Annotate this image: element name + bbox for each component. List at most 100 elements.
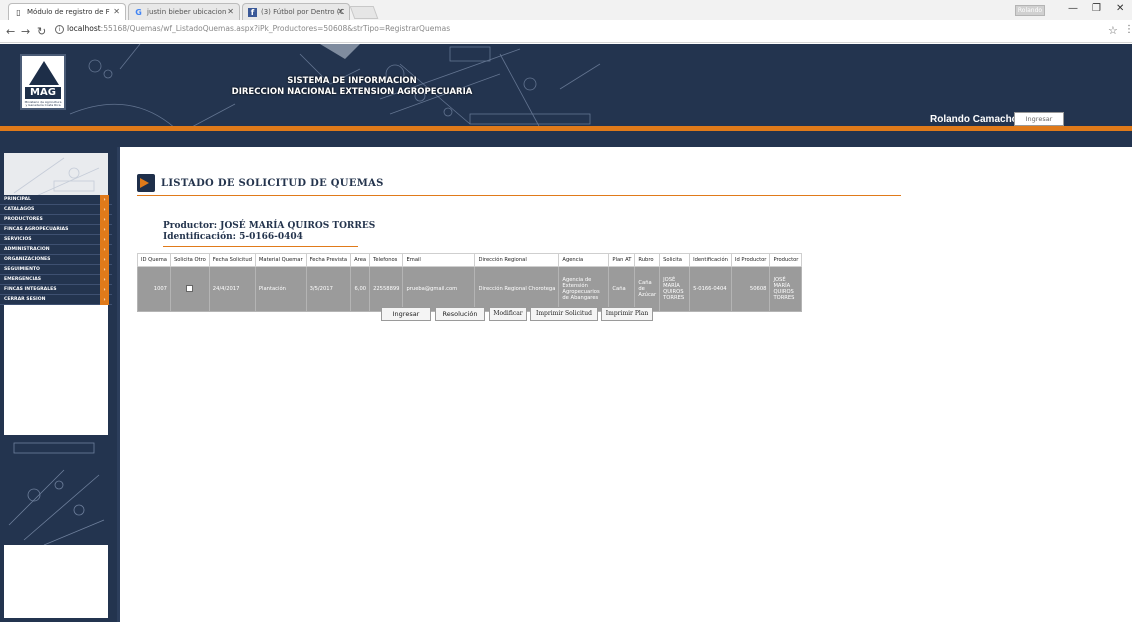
browser-profile-chip[interactable]: Rolando [1015,5,1045,16]
cell-fecha-prevista: 3/5/2017 [305,266,352,312]
col-header: Agencia [558,253,610,267]
sidebar-item-seguimiento[interactable]: SEGUIMIENTO › [0,265,112,275]
info-icon[interactable]: i [55,25,64,34]
arrow-right-icon: › [100,225,109,235]
col-header: Id Productor [730,253,771,267]
col-header: Telefonos [369,253,404,267]
col-header: Solicita [659,253,691,267]
sidebar-item-label: PRINCIPAL [4,197,31,202]
logo-subtext: Ministerio de Agricultura y Ganadería Co… [24,100,62,107]
modificar-button[interactable]: Modificar [489,307,527,321]
producer-id: Identificación: 5-0166-0404 [163,232,303,242]
sidebar-item-label: CERRAR SESION [4,297,46,302]
url-host: localhost [67,24,101,33]
arrow-right-icon: › [100,285,109,295]
close-icon[interactable]: ✕ [113,7,120,16]
table-header-row: ID Quema Solicita Otro Fecha Solicitud M… [137,253,803,267]
google-icon: G [135,8,142,17]
sidebar-item-label: EMERGENCIAS [4,277,42,282]
sidebar-item-label: FINCAS AGROPECUARIAS [4,227,69,232]
title-divider [137,195,901,196]
more-menu-icon[interactable]: ⋮ [1124,24,1132,35]
bookmark-star-icon[interactable]: ☆ [1108,24,1118,37]
facebook-icon: f [248,8,257,17]
page-icon: ▯ [16,8,21,17]
col-header: Solicita Otro [169,253,210,267]
sidebar-item-emergencias[interactable]: EMERGENCIAS › [0,275,112,285]
sidebar-item-label: SERVICIOS [4,237,32,242]
arrow-right-icon: › [100,215,109,225]
browser-tab-active[interactable]: ▯ Módulo de registro de F ✕ [8,3,126,20]
col-header: Material Quemar [254,253,307,267]
cell-id-quema: 1007 [137,266,171,312]
window-close-icon[interactable]: ✕ [1116,3,1124,14]
sidebar-menu: PRINCIPAL › CATALAGOS › PRODUCTORES › FINCA… [0,195,112,305]
sidebar-item-label: SEGUIMIENTO [4,267,40,272]
sidebar-item-productores[interactable]: PRODUCTORES › [0,215,112,225]
col-header: Productor [769,253,803,267]
arrow-right-icon: › [100,295,109,305]
resolucion-button[interactable]: Resolución [435,307,485,321]
content-area [117,147,1132,622]
browser-tab[interactable]: G justin bieber ubicacion ✕ [128,3,240,20]
solicita-otro-checkbox[interactable] [186,284,194,292]
sidebar-item-label: PRODUCTORES [4,217,43,222]
imprimir-plan-button[interactable]: Imprimir Plan [601,307,653,321]
cell-productor: JOSÉ MARÍA QUIROS TORRES [769,266,803,312]
arrow-right-icon: › [100,275,109,285]
sidebar-item-label: ORGANIZACIONES [4,257,51,262]
tab-title: justin bieber ubicacion [147,8,227,16]
sidebar-item-organizaciones[interactable]: ORGANIZACIONES › [0,255,112,265]
browser-tab[interactable]: f (3) Fútbol por Dentro (C ✕ [242,3,350,20]
close-icon[interactable]: ✕ [227,7,234,16]
cell-direccion-regional: Dirección Regional Chorotega [474,266,560,312]
sidebar-item-label: ADMINISTRACION [4,247,50,252]
mag-logo: MAG Ministerio de Agricultura y Ganaderí… [20,54,66,110]
cell-plan-at: Caña [608,266,636,312]
sidebar-decoration [4,153,108,199]
cell-identificacion: 5-0166-0404 [689,266,732,312]
cell-telefonos: 22558899 [369,266,404,312]
cell-rubro: Caña de Azúcar [634,266,661,312]
minimize-icon[interactable]: — [1068,3,1078,14]
login-button[interactable]: Ingresar [1014,112,1064,126]
browser-tab-strip: ▯ Módulo de registro de F ✕ G justin bie… [0,0,1132,20]
cell-solicita: JOSÉ MARÍA QUIROS TORRES [659,266,691,312]
producer-name: Productor: JOSÉ MARÍA QUIROS TORRES [163,221,376,231]
arrow-icon [137,174,155,192]
ingresar-button[interactable]: Ingresar [381,307,431,321]
sidebar-item-catalagos[interactable]: CATALAGOS › [0,205,112,215]
forward-icon[interactable]: → [21,25,30,38]
arrow-right-icon: › [100,265,109,275]
cell-agencia: Agencia de Extensión Agropecuarios de Ab… [558,266,610,312]
restore-icon[interactable]: ❐ [1092,3,1101,14]
site-header: MAG Ministerio de Agricultura y Ganaderí… [0,44,1132,128]
col-header: Dirección Regional [474,253,560,267]
sidebar-item-label: FINCAS INTEGRALES [4,287,57,292]
new-tab-button[interactable] [349,6,379,19]
sidebar-item-fincas-integrales[interactable]: FINCAS INTEGRALES › [0,285,112,295]
header-bottom-band [0,131,1132,147]
col-header: Plan AT [608,253,636,267]
tab-title: Módulo de registro de F [27,8,110,16]
sidebar-item-fincas-agropecuarias[interactable]: FINCAS AGROPECUARIAS › [0,225,112,235]
system-name: SISTEMA DE INFORMACION DIRECCION NACIONA… [226,76,478,98]
sidebar-item-administracion[interactable]: ADMINISTRACION › [0,245,112,255]
url-field[interactable]: i localhost:55168/Quemas/wf_ListadoQuemas… [55,24,450,34]
cell-id-productor: 50608 [730,266,771,312]
col-header: Fecha Prevista [305,253,352,267]
arrow-right-icon: › [100,245,109,255]
reload-icon[interactable]: ↻ [37,25,46,38]
url-path: :55168/Quemas/wf_ListadoQuemas.aspx?iPk_… [100,24,451,33]
col-header: Rubro [634,253,661,267]
close-icon[interactable]: ✕ [337,7,344,16]
table-row[interactable]: 1007 24/4/2017 Plantación 3/5/2017 6,00 … [137,266,803,312]
system-title-line1: SISTEMA DE INFORMACION [287,76,417,86]
arrow-right-icon: › [100,255,109,265]
sidebar-item-cerrar-sesion[interactable]: CERRAR SESION › [0,295,112,305]
sidebar-item-principal[interactable]: PRINCIPAL › [0,195,112,205]
col-header: Area [350,253,371,267]
imprimir-solicitud-button[interactable]: Imprimir Solicitud [530,307,598,321]
back-icon[interactable]: ← [6,25,15,38]
sidebar-item-servicios[interactable]: SERVICIOS › [0,235,112,245]
